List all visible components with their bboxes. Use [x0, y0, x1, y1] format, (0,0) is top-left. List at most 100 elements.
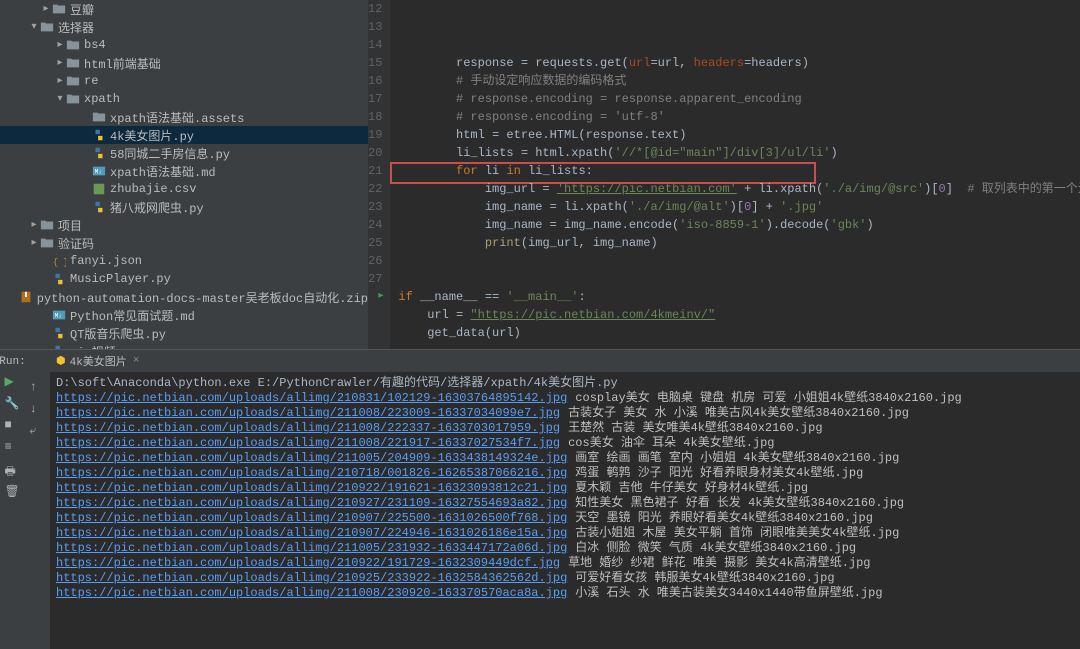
folder-icon	[66, 38, 80, 52]
soft-wrap-icon[interactable]: ⤶	[30, 424, 46, 440]
console-desc: 古装小姐姐 木屋 美女平躺 首饰 闭眼唯美美女4k壁纸.jpg	[575, 526, 899, 540]
tree-item[interactable]: M↓ xpath语法基础.md	[0, 162, 368, 180]
tree-item[interactable]: MusicPlayer.py	[0, 270, 368, 288]
console-link[interactable]: https://pic.netbian.com/uploads/allimg/2…	[56, 556, 560, 570]
tree-item-label: xpath语法基础.md	[110, 163, 216, 180]
code-line[interactable]: url = "https://pic.netbian.com/4kmeinv/"	[398, 306, 1080, 324]
trash-icon[interactable]: 🗑	[5, 484, 21, 500]
code-line[interactable]: response = requests.get(url=url, headers…	[398, 54, 1080, 72]
code-line[interactable]: get_data(url)	[398, 324, 1080, 342]
tree-item[interactable]: ▾xpath	[0, 90, 368, 108]
svg-text:M↓: M↓	[95, 169, 102, 176]
code-line[interactable]: img_name = img_name.encode('iso-8859-1')…	[398, 216, 1080, 234]
tree-item[interactable]: ▸bs4	[0, 36, 368, 54]
console-line: https://pic.netbian.com/uploads/allimg/2…	[56, 466, 1074, 481]
tree-item[interactable]: zhubajie.csv	[0, 180, 368, 198]
console-link[interactable]: https://pic.netbian.com/uploads/allimg/2…	[56, 526, 567, 540]
run-tab[interactable]: ⬢ 4k美女图片 ×	[50, 350, 1080, 372]
folder-icon	[66, 92, 80, 106]
code-area[interactable]: response = requests.get(url=url, headers…	[390, 0, 1080, 349]
tree-item[interactable]: 4k美女图片.py	[0, 126, 368, 144]
folder-icon	[92, 110, 106, 124]
tree-item[interactable]: xpath语法基础.assets	[0, 108, 368, 126]
code-line[interactable]: # response.encoding = response.apparent_…	[398, 90, 1080, 108]
tree-item-label: 猪八戒网爬虫.py	[110, 199, 204, 216]
console-output[interactable]: D:\soft\Anaconda\python.exe E:/PythonCra…	[50, 372, 1080, 605]
console-link[interactable]: https://pic.netbian.com/uploads/allimg/2…	[56, 511, 567, 525]
console-link[interactable]: https://pic.netbian.com/uploads/allimg/2…	[56, 496, 567, 510]
console-link[interactable]: https://pic.netbian.com/uploads/allimg/2…	[56, 541, 567, 555]
console-link[interactable]: https://pic.netbian.com/uploads/allimg/2…	[56, 391, 567, 405]
tree-item[interactable]: 58同城二手房信息.py	[0, 144, 368, 162]
expand-arrow-icon[interactable]: ▸	[54, 75, 66, 87]
folder-icon	[52, 2, 66, 16]
tree-item[interactable]: ▾选择器	[0, 18, 368, 36]
project-tree[interactable]: ▸豆瓣▾选择器▸bs4▸html前端基础▸re▾xpathxpath语法基础.a…	[0, 0, 368, 349]
tree-item[interactable]: 猪八戒网爬虫.py	[0, 198, 368, 216]
code-editor[interactable]: 12131415161718192021222324252627 respons…	[368, 0, 1080, 349]
py-icon	[52, 326, 66, 340]
code-line[interactable]: ▸if __name__ == '__main__':	[398, 288, 1080, 306]
console-line: https://pic.netbian.com/uploads/allimg/2…	[56, 451, 1074, 466]
zip-icon	[19, 290, 33, 304]
expand-arrow-icon[interactable]: ▸	[40, 3, 52, 15]
expand-arrow-icon[interactable]: ▸	[54, 57, 66, 69]
tree-item[interactable]: { }fanyi.json	[0, 252, 368, 270]
code-line[interactable]	[398, 270, 1080, 288]
tree-item[interactable]: python-automation-docs-master吴老板doc自动化.z…	[0, 288, 368, 306]
tree-item-label: Python常见面试题.md	[70, 307, 195, 324]
code-line[interactable]: print(img_url, img_name)	[398, 234, 1080, 252]
code-line[interactable]: img_name = li.xpath('./a/img/@alt')[0] +…	[398, 198, 1080, 216]
code-line[interactable]: for li in li_lists:	[398, 162, 1080, 180]
rerun-icon[interactable]: ▶	[5, 374, 21, 390]
layout-icon[interactable]: ≡	[5, 440, 21, 456]
console-link[interactable]: https://pic.netbian.com/uploads/allimg/2…	[56, 481, 567, 495]
console-link[interactable]: https://pic.netbian.com/uploads/allimg/2…	[56, 436, 560, 450]
py-icon	[52, 344, 66, 349]
code-line[interactable]	[398, 252, 1080, 270]
tree-item[interactable]: ▸项目	[0, 216, 368, 234]
console-desc: cos美女 油伞 耳朵 4k美女壁纸.jpg	[568, 436, 774, 450]
run-toolbar-left: Run: ▶ 🔧 ■ ≡ 🖶 🗑	[0, 350, 25, 649]
console-desc: 草地 婚纱 纱裙 鲜花 唯美 摄影 美女4k高清壁纸.jpg	[568, 556, 870, 570]
tree-item[interactable]: ▸ html前端基础	[0, 54, 368, 72]
expand-arrow-icon[interactable]: ▸	[54, 39, 66, 51]
tree-item[interactable]: ▸豆瓣	[0, 0, 368, 18]
run-toolbar-right: ↑ ↓ ⤶	[25, 350, 50, 649]
tree-item[interactable]: ▸re	[0, 72, 368, 90]
tree-item[interactable]: ▸验证码	[0, 234, 368, 252]
print-icon[interactable]: 🖶	[5, 462, 21, 478]
code-line[interactable]: img_url = 'https://pic.netbian.com' + li…	[398, 180, 1080, 198]
console-desc: 王楚然 古装 美女唯美4k壁纸3840x2160.jpg	[568, 421, 822, 435]
console-link[interactable]: https://pic.netbian.com/uploads/allimg/2…	[56, 571, 567, 585]
expand-arrow-icon[interactable]: ▾	[28, 21, 40, 33]
expand-arrow-icon[interactable]: ▾	[54, 93, 66, 105]
console-desc: 白冰 侧脸 微笑 气质 4k美女壁纸3840x2160.jpg	[575, 541, 856, 555]
code-line[interactable]: li_lists = html.xpath('//*[@id="main"]/d…	[398, 144, 1080, 162]
console-line: https://pic.netbian.com/uploads/allimg/2…	[56, 421, 1074, 436]
up-arrow-icon[interactable]: ↑	[30, 380, 46, 396]
console-link[interactable]: https://pic.netbian.com/uploads/allimg/2…	[56, 586, 567, 600]
console-link[interactable]: https://pic.netbian.com/uploads/allimg/2…	[56, 421, 560, 435]
folder-icon	[66, 56, 80, 70]
tree-item[interactable]: vip视频.py	[0, 342, 368, 349]
console-desc: 画室 绘画 画笔 室内 小姐姐 4k美女壁纸3840x2160.jpg	[575, 451, 899, 465]
tree-item-label: html前端基础	[84, 55, 161, 72]
code-line[interactable]: # response.encoding = 'utf-8'	[398, 108, 1080, 126]
tree-item-label: zhubajie.csv	[110, 182, 196, 196]
run-label: Run:	[0, 356, 26, 368]
code-line[interactable]: # 手动设定响应数据的编码格式	[398, 72, 1080, 90]
tree-item[interactable]: M↓Python常见面试题.md	[0, 306, 368, 324]
code-line[interactable]: html = etree.HTML(response.text)	[398, 126, 1080, 144]
expand-arrow-icon[interactable]: ▸	[28, 219, 40, 231]
tree-item[interactable]: QT版音乐爬虫.py	[0, 324, 368, 342]
down-arrow-icon[interactable]: ↓	[30, 402, 46, 418]
close-icon[interactable]: ×	[133, 355, 140, 367]
stop-icon[interactable]: ■	[5, 418, 21, 434]
wrench-icon[interactable]: 🔧	[5, 396, 21, 412]
console-link[interactable]: https://pic.netbian.com/uploads/allimg/2…	[56, 451, 567, 465]
console-link[interactable]: https://pic.netbian.com/uploads/allimg/2…	[56, 406, 560, 420]
expand-arrow-icon[interactable]: ▸	[28, 237, 40, 249]
console-link[interactable]: https://pic.netbian.com/uploads/allimg/2…	[56, 466, 567, 480]
console-line: https://pic.netbian.com/uploads/allimg/2…	[56, 511, 1074, 526]
